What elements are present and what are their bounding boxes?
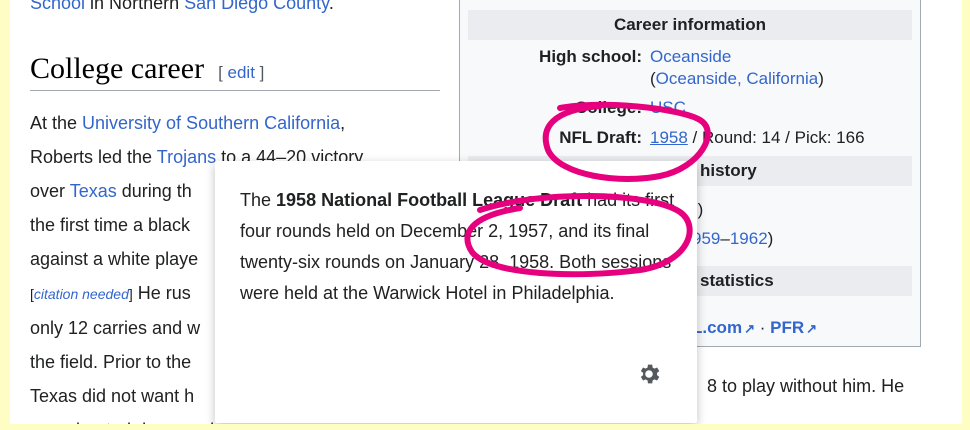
top-line-text: in Northern xyxy=(85,0,185,13)
body-trailing-text: 8 to play without him. He xyxy=(707,376,905,396)
stats-links: L.com ↗ · PFR ↗ xyxy=(692,317,817,340)
paren: ) xyxy=(818,69,824,88)
popup-bold-title: 1958 National Football League Draft xyxy=(276,190,583,210)
body-text: over xyxy=(30,181,70,201)
edit-link[interactable]: edit xyxy=(228,63,255,82)
body-text: At the xyxy=(30,113,83,133)
body-text: during th xyxy=(116,181,192,201)
body-line: At the University of Southern California… xyxy=(30,106,450,140)
body-text: He rus xyxy=(132,283,191,303)
high-school-link[interactable]: Oceanside xyxy=(650,46,731,68)
section-heading: College career [ edit ] xyxy=(30,52,440,91)
page-preview-popup: The 1958 National Football League Draft … xyxy=(215,161,697,423)
draft-round-pick: / Round: 14 / Pick: 166 xyxy=(687,128,865,147)
top-line-suffix: . xyxy=(328,0,334,13)
school-link[interactable]: School xyxy=(30,0,85,13)
gear-icon[interactable] xyxy=(635,361,663,389)
popup-extract: The 1958 National Football League Draft … xyxy=(240,185,680,309)
high-school-location: (Oceanside, California) xyxy=(650,68,824,90)
county-link[interactable]: San Diego County xyxy=(184,0,329,13)
draft-year-link[interactable]: 1958 xyxy=(650,128,688,147)
article-page: School in Northern San Diego County. Col… xyxy=(10,0,962,424)
body-text: , xyxy=(340,113,346,133)
edit-bracket-open: [ xyxy=(218,63,228,82)
external-link-icon: ↗ xyxy=(806,321,818,336)
year-link[interactable]: 1962 xyxy=(730,229,768,248)
career-info-header: Career information xyxy=(468,10,912,40)
edit-bracket-close: ] xyxy=(254,63,265,82)
top-text-line: School in Northern San Diego County. xyxy=(30,0,334,16)
history-header-text: history xyxy=(700,161,757,180)
citation-needed-link[interactable]: citation needed xyxy=(34,286,129,302)
pfr-link[interactable]: PFR xyxy=(770,318,804,337)
high-school-label: High school: xyxy=(539,47,642,66)
college-label: College: xyxy=(574,98,642,117)
body-text: Roberts led the xyxy=(30,147,157,167)
external-link-icon: ↗ xyxy=(744,321,755,336)
edit-section: [ edit ] xyxy=(218,63,264,82)
texas-link[interactable]: Texas xyxy=(70,181,117,201)
dash: – xyxy=(720,229,730,248)
popup-text: The xyxy=(240,190,277,210)
trojans-link[interactable]: Trojans xyxy=(157,147,216,167)
history-line: 959–1962) xyxy=(692,228,773,250)
paren: ) xyxy=(767,229,774,248)
college-link[interactable]: USC xyxy=(650,97,686,119)
stats-header-text: statistics xyxy=(700,271,774,290)
oceanside-ca-link[interactable]: Oceanside, California xyxy=(656,69,819,88)
separator: · xyxy=(759,318,766,337)
section-title: College career xyxy=(30,52,205,85)
nfl-draft-value: 1958 / Round: 14 / Pick: 166 xyxy=(650,127,865,149)
nfl-draft-label: NFL Draft: xyxy=(559,128,642,147)
nfl-com-link[interactable]: L.com xyxy=(692,318,742,337)
usc-link[interactable]: University of Southern California xyxy=(82,113,340,133)
